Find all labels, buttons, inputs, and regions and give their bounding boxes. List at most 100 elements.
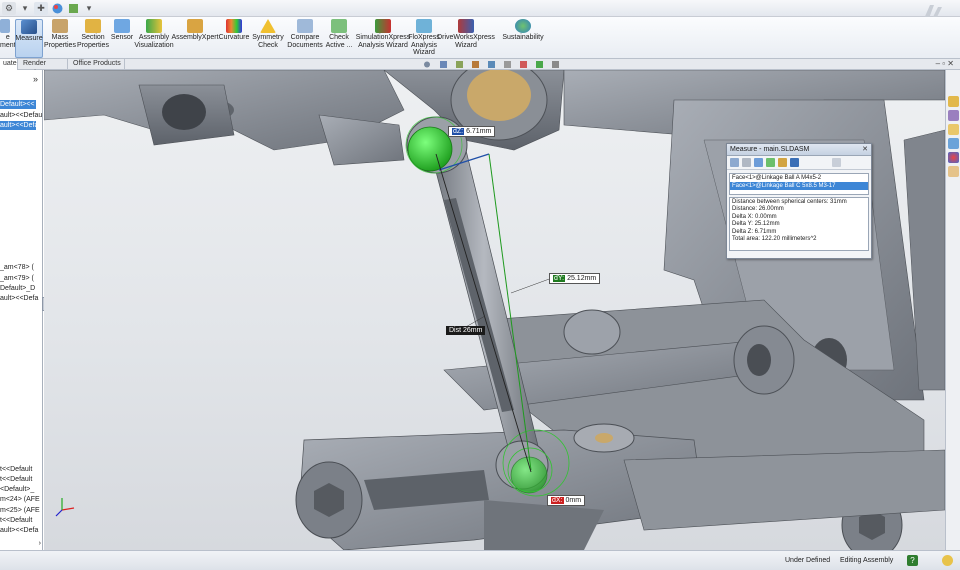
pencil-icon[interactable] [942,555,953,566]
symmetry-check-button[interactable]: Symmetry Check [252,19,284,58]
coordinate-triad-icon [55,498,75,517]
sustainability-icon [515,19,531,33]
file-explorer-icon[interactable] [948,124,959,135]
result-line: Delta X: 0.00mm [732,213,777,220]
tree-item[interactable]: t<<Default [0,465,32,474]
tree-item[interactable]: ault><<Defa [0,526,38,535]
appearances-icon[interactable] [948,152,959,163]
ball-a-highlight [407,126,453,172]
floxpress-button[interactable]: FloXpress Analysis Wizard [408,19,440,58]
tree-item[interactable]: t<<Default [0,475,32,484]
assemblyxpert-button[interactable]: AssemblyXpert [171,19,219,58]
point-to-point-icon[interactable] [766,158,775,167]
dropdown-arrow-icon[interactable]: ▾ [18,2,32,15]
compare-documents-button[interactable]: Compare Documents [287,19,323,58]
mass-properties-icon [52,19,68,33]
custom-properties-icon[interactable] [948,166,959,177]
dx-callout: dX: 0mm [547,495,586,506]
section-properties-icon [85,19,101,33]
simulationxpress-icon [375,19,391,33]
result-line: Delta Z: 6.71mm [732,228,777,235]
design-library-icon[interactable] [948,110,959,121]
tree-item[interactable]: m<24> (AFE [0,495,40,504]
options-icon[interactable]: ⚙ [2,1,16,15]
view-palette-icon[interactable] [948,138,959,149]
section-properties-button[interactable]: Section Properties [77,19,109,58]
dx-value: 0mm [565,497,582,504]
tree-item[interactable]: ault><<Defa [0,294,38,303]
driveworksxpress-button[interactable]: DriveWorksXpress Wizard [437,19,495,58]
view-settings-icon[interactable] [66,2,80,15]
ribbon-cut-label: e ment [0,34,16,49]
sensor-icon [114,19,130,33]
dx-tag: dX: [551,497,564,504]
tab-office-products[interactable]: Office Products [70,59,125,70]
curvature-button[interactable]: Curvature [218,19,250,58]
assembly-visualization-label: Assembly Visualization [134,34,174,49]
task-pane [945,70,960,550]
sustainability-button[interactable]: Sustainability [502,19,544,58]
curvature-icon [226,19,242,33]
collapse-icon[interactable] [832,158,841,167]
ribbon-cut-button[interactable]: e ment [0,19,16,58]
dist-value: 26mm [463,327,483,334]
tree-item[interactable]: Default><< [0,100,36,109]
check-active-button[interactable]: Check Active ... [324,19,354,58]
dist-callout: Dist 26mm [446,326,486,335]
assembly-visualization-button[interactable]: Assembly Visualization [134,19,174,58]
tree-item[interactable]: ault><<Defaul [0,111,42,120]
assemblyxpert-icon [187,19,203,33]
tree-scroll-arrow-icon[interactable]: › [39,540,41,547]
dy-tag: dY: [553,275,566,282]
rebuild-icon[interactable]: ✚ [34,1,48,15]
arc-circle-options-icon[interactable] [730,158,739,167]
assemblyxpert-label: AssemblyXpert [171,34,219,41]
window-controls[interactable]: – ▫ ✕ [936,59,954,68]
solidworks-resources-icon[interactable] [948,96,959,107]
model-scene [44,70,945,550]
tree-item[interactable]: m<25> (AFE [0,506,40,515]
close-icon[interactable]: ✕ [861,146,869,154]
result-line: Distance between spherical centers: 31mm [732,199,847,205]
measure-toolbar [727,156,871,170]
save-icon[interactable] [790,158,799,167]
selection-list[interactable]: Face<1>@Linkage Ball A M4x5-2 Face<1>@Li… [729,173,869,195]
check-active-label: Check Active ... [325,34,353,49]
tree-item[interactable]: Default>_D [0,284,35,293]
measure-dialog[interactable]: Measure - main.SLDASM ✕ Face<1>@Linkage … [726,143,872,259]
quick-access-dropdown-icon[interactable]: ▾ [82,2,96,15]
dist-tag: Dist [449,327,462,334]
graphics-area[interactable]: dZ: 6.71mm dY: 25.12mm Dist 26mm dX: 0mm [44,70,945,550]
feature-manager-tree: » Default><< ault><<Defaul ault><<Defa _… [0,70,43,550]
pivot-ball [563,309,621,355]
tree-item[interactable]: _am<79> ( [0,274,34,283]
selection-item[interactable]: Face<1>@Linkage Ball A M4x5-2 [730,174,868,182]
selection-item[interactable]: Face<1>@Linkage Ball C 5x8.5 M3-17 [730,182,868,190]
measure-leader [510,277,553,294]
tab-render-tools[interactable]: Render Tools [20,59,68,77]
tab-evaluate[interactable]: uate [0,59,18,70]
measure-button[interactable]: Measure [15,19,43,58]
measure-dialog-title: Measure - main.SLDASM [730,146,810,153]
appearance-icon[interactable] [50,2,64,15]
help-button[interactable]: ? [907,555,918,566]
simulationxpress-button[interactable]: SimulationXpress Analysis Wizard [356,19,410,58]
measure-dialog-titlebar[interactable]: Measure - main.SLDASM ✕ [727,144,871,156]
mass-properties-button[interactable]: Mass Properties [44,19,76,58]
status-editing: Editing Assembly [840,557,894,564]
compare-documents-icon [297,19,313,33]
units-precision-icon[interactable] [742,158,751,167]
projected-on-icon[interactable] [778,158,787,167]
sensor-label: Sensor [110,34,134,41]
tree-item[interactable]: t<<Default [0,516,32,525]
tree-item[interactable]: <Default>_ [0,485,34,494]
measure-label: Measure [15,35,43,42]
warning-icon [260,19,276,33]
tree-item[interactable]: _am<78> ( [0,263,34,272]
show-xyz-icon[interactable] [754,158,763,167]
sensor-button[interactable]: Sensor [111,19,133,58]
tree-expand-button[interactable]: » [33,74,38,84]
tree-item[interactable]: ault><<Defa [0,121,38,130]
heads-up-view-toolbar[interactable] [420,59,580,70]
mount-hole [162,94,206,130]
